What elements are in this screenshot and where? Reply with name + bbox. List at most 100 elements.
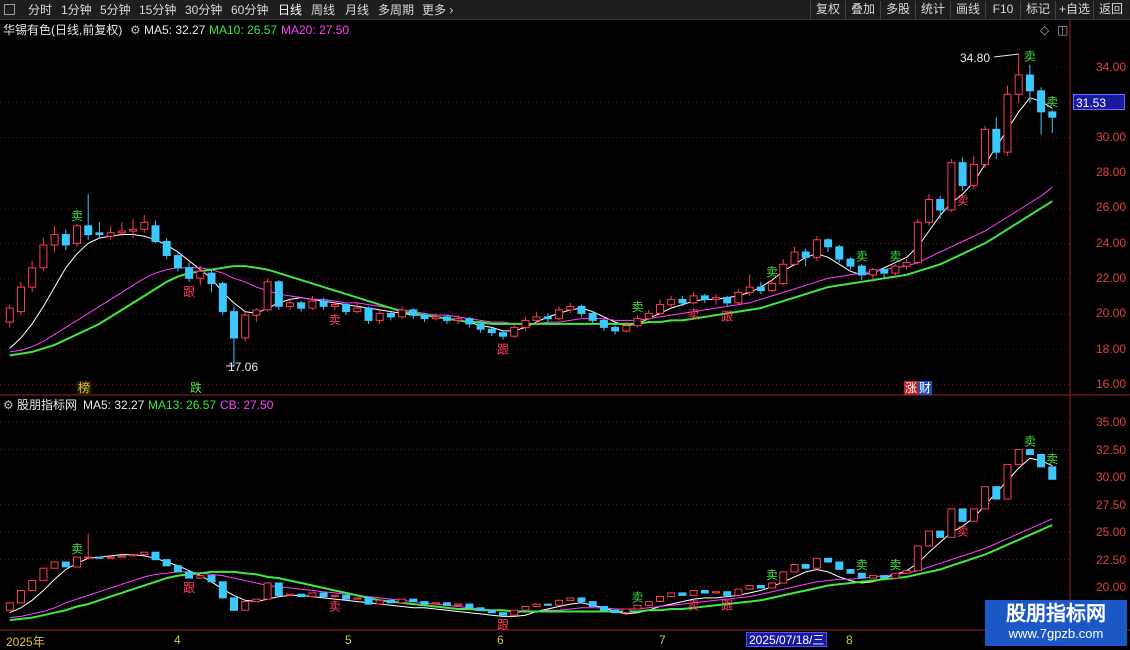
rise-tag[interactable]: 涨 [904,381,919,395]
window-icon[interactable]: ◫ [1057,21,1068,39]
candle-down [723,297,732,304]
candle-down [857,572,866,579]
kline-chart[interactable]: 卖卖 卖卖卖卖卖跟卖跟卖 跟卖卖卖 卖卖卖卖卖跟卖跟卖 跟卖 [0,0,1130,650]
stock-title: 华锡有色(日线,前复权) [3,23,123,37]
candle-down [611,609,620,614]
candle-down [274,582,283,596]
candle-down [599,606,608,611]
candle-down [723,591,732,596]
candle-up [308,300,317,309]
candle-down [465,603,474,609]
candle-down [588,601,597,607]
drop-tag[interactable]: 跌 [190,381,202,395]
candle-up [981,486,990,510]
candle-down [218,283,227,313]
candle-up [73,556,81,568]
candle-up [656,304,664,314]
candle-up [902,570,911,574]
candle-down [151,225,160,243]
candle-down [364,597,373,605]
candle-up [1003,93,1012,153]
candle-down [173,565,182,573]
main-axis-tick: 22.00 [1095,271,1126,285]
candle-up [84,556,93,559]
candle-up [1014,449,1023,465]
ind-cb-readout: CB: 27.50 [220,398,274,412]
candle-down [835,246,844,260]
candle-up [969,508,978,522]
candle-down [162,559,171,567]
candle-up [622,325,631,332]
candle-up [891,572,900,579]
candle-up [28,267,37,288]
candle-up [869,575,877,579]
candle-up [790,564,799,573]
candle-up [891,265,900,274]
candle-down [342,594,351,600]
list-tag[interactable]: 榜 [77,381,92,395]
candle-up [734,291,743,304]
settings-dropdown-icon[interactable]: ⚙ [3,396,14,414]
candle-down [274,281,283,307]
candle-up [117,555,126,558]
ind-ma5-readout: MA5: 32.27 [83,398,145,412]
follow-signal: 卖 [329,600,341,614]
candle-up [73,225,81,244]
candle-up [17,590,25,604]
candle-down [319,300,328,307]
date-axis-year: 2025年 [6,635,45,649]
candle-down [342,304,351,313]
candle-up [375,312,384,321]
candle-up [50,561,59,569]
candle-up [5,602,14,611]
main-axis-tick: 16.00 [1095,377,1126,391]
candle-down [756,286,765,292]
candle-down [588,312,597,321]
candle-up [28,580,37,591]
sell-signal: 卖 [856,249,868,263]
candle-down [443,602,451,606]
sub-axis-tick: 20.00 [1095,580,1126,594]
candle-up [622,608,631,614]
follow-signal: 跟 [183,581,195,595]
candle-up [667,592,676,598]
watermark-title: 股朋指标网 [1006,603,1106,625]
series-line-cb [9,524,1053,622]
settings-dropdown-icon[interactable]: ⚙ [130,21,141,39]
candle-down [61,561,70,568]
candle-down [678,592,687,596]
candle-up [398,309,407,318]
diamond-icon[interactable]: ◇ [1040,21,1049,39]
follow-signal: 跟 [721,309,733,323]
candle-up [129,554,138,557]
low-price-label: 17.06 [228,360,259,374]
date-axis-month: 6 [497,633,504,647]
candle-up [50,234,59,246]
candle-down [543,316,552,320]
candle-up [140,551,149,556]
main-axis-tick: 24.00 [1095,236,1126,250]
candle-up [925,199,933,223]
candle-up [790,251,799,265]
watermark-url: www.7gpzb.com [1008,626,1104,641]
sell-signal: 卖 [889,558,901,572]
candle-down [465,318,474,325]
main-chart-header: 华锡有色(日线,前复权) ⚙ MA5: 32.27 MA10: 26.57 MA… [0,21,1070,39]
date-axis-month: 4 [174,633,181,647]
candle-down [880,269,889,274]
sell-signal: 卖 [1024,50,1036,64]
candle-up [308,592,317,598]
candle-down [230,311,238,339]
finance-tag[interactable]: 财 [918,381,933,395]
sell-signal: 卖 [856,558,868,572]
candle-up [812,239,821,258]
sub-axis-tick: 30.00 [1095,470,1126,484]
sub-axis-tick: 27.50 [1095,498,1126,512]
candle-up [252,598,261,603]
candle-up [196,575,205,579]
candle-up [252,309,261,316]
candle-up [981,128,990,165]
candle-up [39,244,48,269]
sell-signal: 卖 [632,300,644,314]
indicator-title: 股朋指标网 [17,398,78,412]
